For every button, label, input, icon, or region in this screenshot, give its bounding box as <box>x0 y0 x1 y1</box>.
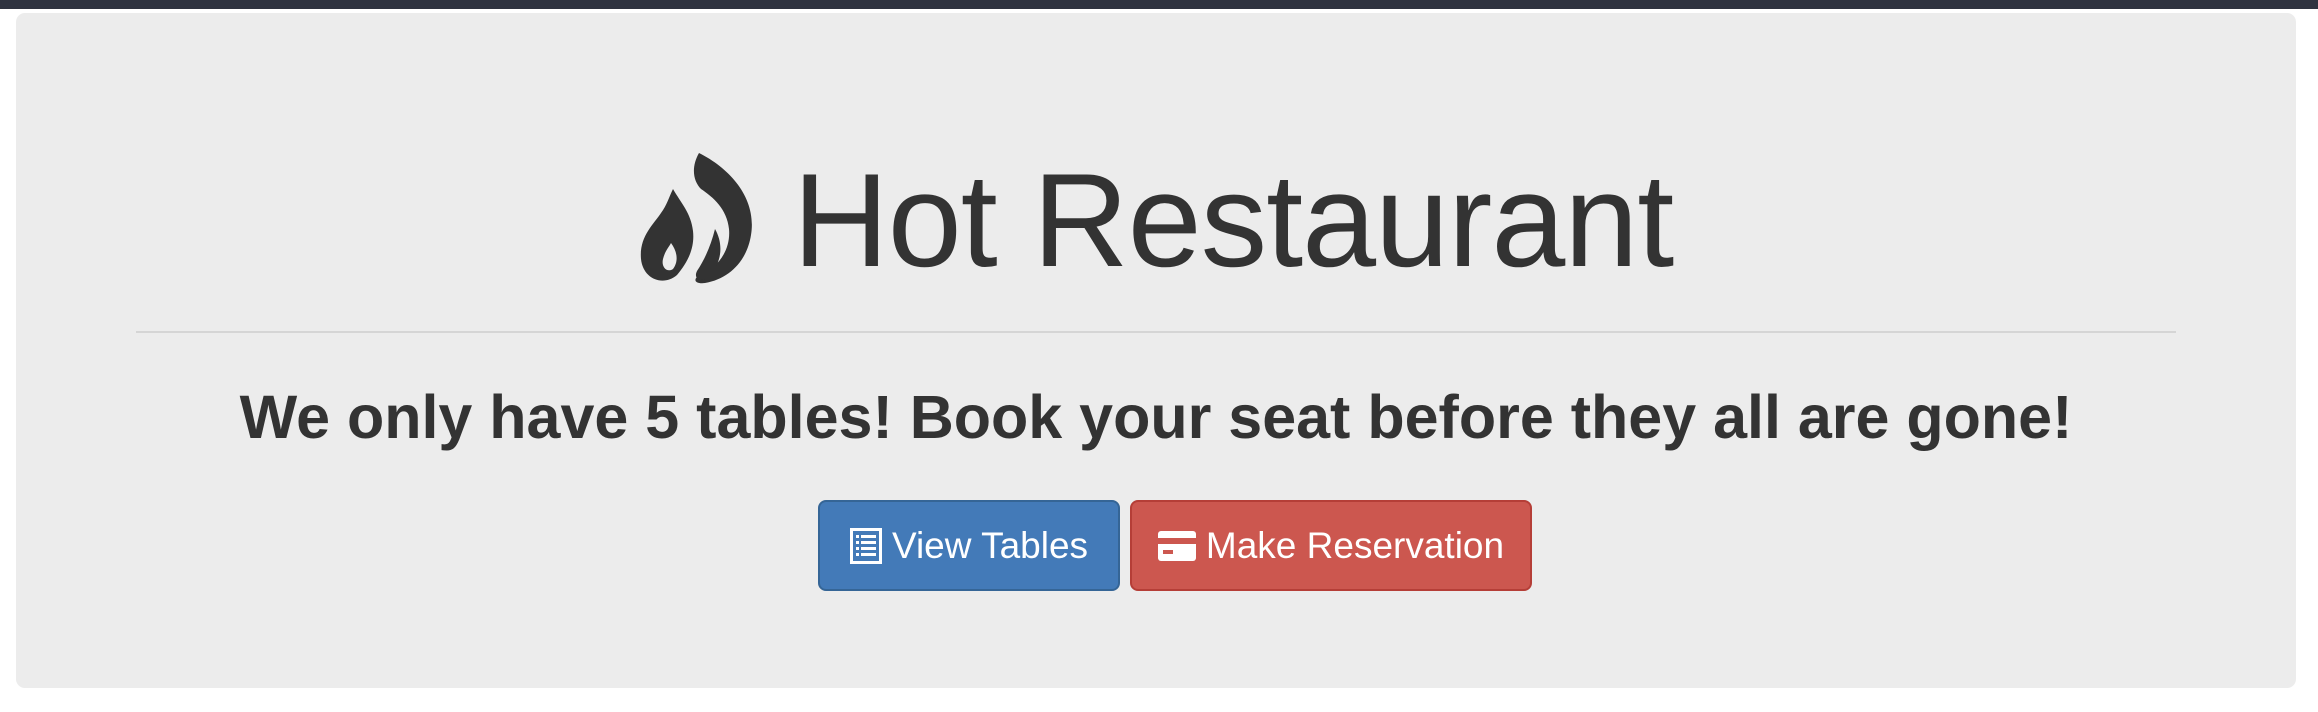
make-reservation-button[interactable]: Make Reservation <box>1130 500 1532 591</box>
title-row: Hot Restaurant <box>16 141 2296 301</box>
divider <box>136 331 2176 333</box>
make-reservation-label: Make Reservation <box>1205 525 1505 566</box>
view-tables-button[interactable]: View Tables <box>818 500 1120 591</box>
fire-icon <box>639 151 757 285</box>
view-tables-label: View Tables <box>891 525 1089 566</box>
page-title: Hot Restaurant <box>792 146 1675 295</box>
tagline: We only have 5 tables! Book your seat be… <box>239 383 2073 451</box>
top-navbar <box>0 0 2318 9</box>
action-buttons: View Tables Make Reservation <box>16 500 2296 591</box>
credit-card-icon <box>1157 530 1196 561</box>
jumbotron-panel: Hot Restaurant We only have 5 tables! Bo… <box>16 13 2296 688</box>
list-alt-icon <box>849 527 882 564</box>
